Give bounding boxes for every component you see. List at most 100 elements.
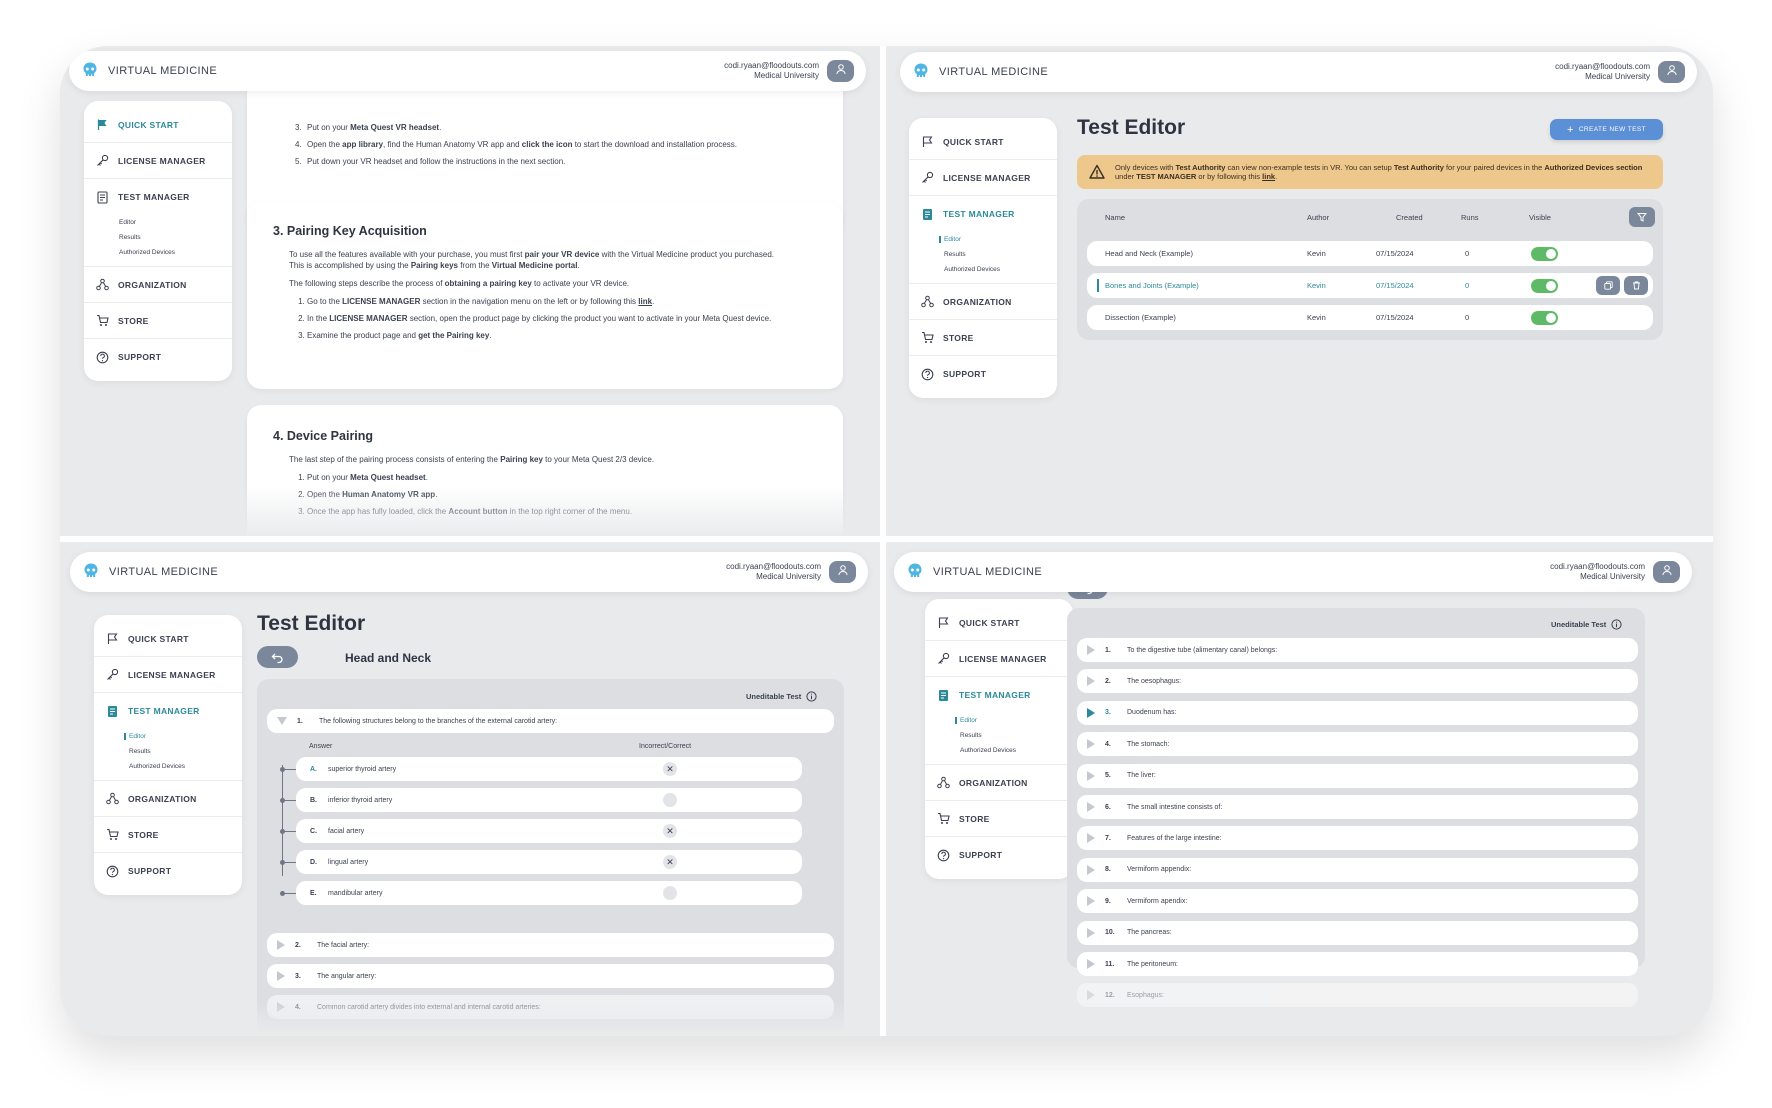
nav-license-manager[interactable]: LICENSE MANAGER (909, 160, 1057, 196)
nav-store[interactable]: STORE (909, 320, 1057, 356)
nav-sub-results[interactable]: Results (94, 744, 242, 759)
question-row[interactable]: 4. The stomach: (1077, 732, 1638, 757)
question-row[interactable]: 12. Esophagus: (1077, 983, 1638, 1008)
user-menu[interactable]: codi.ryaan@floodouts.com Medical Universi… (724, 60, 854, 82)
inline-link[interactable]: link (638, 297, 652, 306)
nav-organization[interactable]: ORGANIZATION (94, 781, 242, 817)
question-row-expanded[interactable]: 1. The following structures belong to th… (267, 709, 834, 733)
answer-row[interactable]: D. lingual artery ✕ (296, 850, 802, 874)
nav-support[interactable]: SUPPORT (909, 356, 1057, 392)
nav-test-manager[interactable]: TEST MANAGER (94, 693, 242, 729)
cart-icon (107, 828, 119, 840)
nav-test-manager[interactable]: TEST MANAGER (925, 677, 1073, 713)
nav-store[interactable]: STORE (925, 801, 1073, 837)
nav-sub-editor[interactable]: Editor (925, 713, 1073, 728)
nav-test-manager[interactable]: TEST MANAGER (84, 179, 232, 215)
nav-support[interactable]: SUPPORT (84, 339, 232, 375)
nav-support[interactable]: SUPPORT (94, 853, 242, 889)
nav-sub-authorized-devices[interactable]: Authorized Devices (925, 743, 1073, 758)
nav-store[interactable]: STORE (84, 303, 232, 339)
nav-quick-start[interactable]: QUICK START (94, 621, 242, 657)
table-row[interactable]: Head and Neck (Example) Kevin 07/15/2024… (1087, 241, 1653, 266)
nav-quick-start[interactable]: QUICK START (909, 124, 1057, 160)
question-row[interactable]: 1. To the digestive tube (alimentary can… (1077, 638, 1638, 662)
section-title: 4. Device Pairing (273, 429, 374, 443)
answer-row[interactable]: A. superior thyroid artery ✕ (296, 757, 802, 781)
question-row[interactable]: 7. Features of the large intestine: (1077, 826, 1638, 851)
question-row[interactable]: 5. The liver: (1077, 763, 1638, 788)
question-row[interactable]: 4. Common carotid artery divides into ex… (267, 995, 834, 1019)
nav-organization[interactable]: ORGANIZATION (84, 267, 232, 303)
answer-row[interactable]: E. mandibular artery (296, 881, 802, 905)
column-header-name[interactable]: Name (1105, 213, 1125, 222)
uneditable-label[interactable]: Uneditable Test (1551, 619, 1622, 630)
nav-sub-editor[interactable]: Editor (94, 729, 242, 744)
nav-license-manager[interactable]: LICENSE MANAGER (94, 657, 242, 693)
nav-organization[interactable]: ORGANIZATION (925, 765, 1073, 801)
table-row[interactable]: Bones and Joints (Example) Kevin 07/15/2… (1087, 273, 1653, 298)
avatar[interactable] (1658, 61, 1685, 83)
brand[interactable]: VIRTUAL MEDICINE (912, 62, 1048, 83)
help-icon (937, 849, 950, 861)
question-row[interactable]: 2. The oesophagus: (1077, 669, 1638, 694)
column-header-author[interactable]: Author (1307, 213, 1329, 222)
nav-sub-authorized-devices[interactable]: Authorized Devices (94, 759, 242, 774)
cell-name: Bones and Joints (Example) (1105, 281, 1199, 290)
logo-icon (82, 562, 100, 583)
user-menu[interactable]: codi.ryaan@floodouts.com Medical Universi… (726, 561, 856, 583)
question-row[interactable]: 3. Duodenum has: (1077, 700, 1638, 725)
nav-test-manager[interactable]: TEST MANAGER (909, 196, 1057, 232)
nav-quick-start[interactable]: QUICK START (925, 605, 1073, 641)
table-row[interactable]: Dissection (Example) Kevin 07/15/2024 0 (1087, 305, 1653, 330)
nav-quick-start[interactable]: QUICK START (84, 107, 232, 143)
delete-button[interactable] (1624, 276, 1648, 295)
nav-sub-results[interactable]: Results (925, 728, 1073, 743)
column-header-visible[interactable]: Visible (1529, 213, 1551, 222)
nav-store[interactable]: STORE (94, 817, 242, 853)
create-new-test-button[interactable]: + CREATE NEW TEST (1550, 119, 1663, 140)
user-menu[interactable]: codi.ryaan@floodouts.com Medical Universi… (1555, 61, 1685, 83)
answer-row[interactable]: B. inferior thyroid artery (296, 788, 802, 812)
help-icon (96, 351, 109, 363)
nav-support[interactable]: SUPPORT (925, 837, 1073, 873)
visible-toggle[interactable] (1531, 247, 1558, 261)
visible-toggle[interactable] (1531, 279, 1558, 293)
nav-sub-results[interactable]: Results (909, 247, 1057, 262)
flag-icon (107, 633, 118, 644)
user-icon (1661, 563, 1673, 581)
brand[interactable]: VIRTUAL MEDICINE (906, 562, 1042, 583)
warning-text: Only devices with Test Authority can vie… (1115, 162, 1643, 182)
brand[interactable]: VIRTUAL MEDICINE (82, 562, 218, 583)
nav-sub-results[interactable]: Results (84, 230, 232, 245)
user-menu[interactable]: codi.ryaan@floodouts.com Medical Universi… (1550, 561, 1680, 583)
brand[interactable]: VIRTUAL MEDICINE (81, 61, 217, 82)
question-row[interactable]: 8. Vermiform appendix: (1077, 857, 1638, 882)
question-row[interactable]: 3. The angular artery: (267, 964, 834, 988)
column-header-runs[interactable]: Runs (1461, 213, 1479, 222)
column-header-created[interactable]: Created (1396, 213, 1423, 222)
nav-organization[interactable]: ORGANIZATION (909, 284, 1057, 320)
question-row[interactable]: 9. Vermiform apendix: (1077, 889, 1638, 914)
question-row[interactable]: 2. The facial artery: (267, 933, 834, 957)
filter-button[interactable] (1629, 207, 1655, 227)
question-row[interactable]: 6. The small intestine consists of: (1077, 795, 1638, 819)
avatar[interactable] (827, 60, 854, 82)
nav-sub-editor[interactable]: Editor (84, 215, 232, 230)
answer-row[interactable]: C. facial artery ✕ (296, 819, 802, 843)
nav-sub-editor[interactable]: Editor (909, 232, 1057, 247)
tree-node (280, 767, 285, 772)
visible-toggle[interactable] (1531, 311, 1558, 325)
back-button[interactable] (257, 646, 298, 668)
document-icon (97, 190, 108, 204)
question-row[interactable]: 10. The pancreas: (1077, 920, 1638, 945)
nav-sub-authorized-devices[interactable]: Authorized Devices (84, 245, 232, 260)
copy-button[interactable] (1596, 276, 1620, 295)
nav-sub-authorized-devices[interactable]: Authorized Devices (909, 262, 1057, 277)
avatar[interactable] (829, 561, 856, 583)
nav-license-manager[interactable]: LICENSE MANAGER (925, 641, 1073, 677)
avatar[interactable] (1653, 561, 1680, 583)
uneditable-label[interactable]: Uneditable Test (746, 691, 817, 702)
nav-license-manager[interactable]: LICENSE MANAGER (84, 143, 232, 179)
authority-link[interactable]: link (1262, 172, 1275, 181)
question-row[interactable]: 11. The peritoneum: (1077, 952, 1638, 976)
